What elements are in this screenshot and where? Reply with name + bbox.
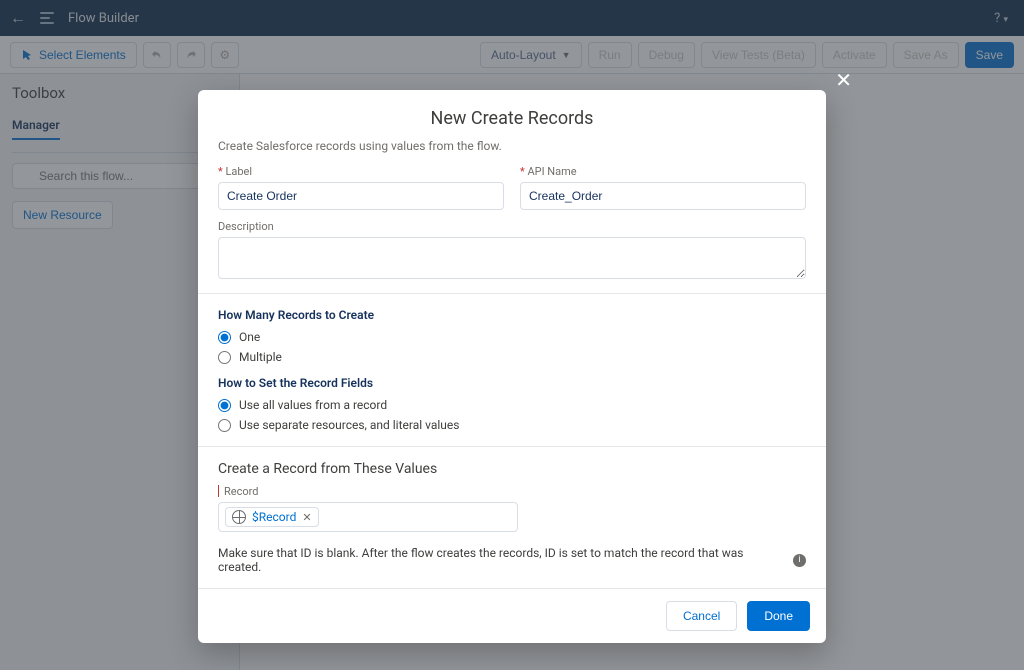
helper-text-row: Make sure that ID is blank. After the fl… <box>218 546 806 574</box>
api-name-field-label: API Name <box>520 165 806 178</box>
radio-all-values-input[interactable] <box>218 399 231 412</box>
cancel-button[interactable]: Cancel <box>666 601 737 631</box>
description-input[interactable] <box>218 237 806 279</box>
radio-one[interactable]: One <box>218 330 806 344</box>
modal-body: Create Salesforce records using values f… <box>198 139 826 588</box>
modal-subtitle: Create Salesforce records using values f… <box>218 139 806 153</box>
radio-all-values-label: Use all values from a record <box>239 398 387 412</box>
api-name-field: API Name <box>520 165 806 210</box>
close-icon[interactable]: ✕ <box>835 68 852 92</box>
radio-separate[interactable]: Use separate resources, and literal valu… <box>218 418 806 432</box>
done-button[interactable]: Done <box>747 601 810 631</box>
divider-2 <box>198 446 826 447</box>
helper-text: Make sure that ID is blank. After the fl… <box>218 546 787 574</box>
record-field-label: Record <box>218 485 806 498</box>
label-field: Label <box>218 165 504 210</box>
radio-all-values[interactable]: Use all values from a record <box>218 398 806 412</box>
how-set-question: How to Set the Record Fields <box>218 376 806 390</box>
record-section-title: Create a Record from These Values <box>218 461 806 477</box>
radio-multiple[interactable]: Multiple <box>218 350 806 364</box>
record-pill-label: $Record <box>252 510 296 524</box>
globe-icon <box>232 510 246 524</box>
divider <box>198 293 826 294</box>
description-field: Description <box>218 220 806 279</box>
radio-one-label: One <box>239 330 260 344</box>
record-pill: $Record ✕ <box>225 507 319 527</box>
radio-multiple-label: Multiple <box>239 350 282 364</box>
create-records-modal: ✕ New Create Records Create Salesforce r… <box>198 90 826 643</box>
how-many-question: How Many Records to Create <box>218 308 806 322</box>
label-field-label: Label <box>218 165 504 178</box>
radio-separate-input[interactable] <box>218 419 231 432</box>
radio-separate-label: Use separate resources, and literal valu… <box>239 418 459 432</box>
info-icon[interactable]: i <box>793 554 806 567</box>
description-field-label: Description <box>218 220 806 233</box>
remove-pill-icon[interactable]: ✕ <box>302 511 311 524</box>
record-input[interactable]: $Record ✕ <box>218 502 518 532</box>
label-api-row: Label API Name <box>218 165 806 220</box>
modal-footer: Cancel Done <box>198 588 826 643</box>
modal-title: New Create Records <box>198 90 826 139</box>
label-input[interactable] <box>218 182 504 210</box>
api-name-input[interactable] <box>520 182 806 210</box>
radio-multiple-input[interactable] <box>218 351 231 364</box>
radio-one-input[interactable] <box>218 331 231 344</box>
